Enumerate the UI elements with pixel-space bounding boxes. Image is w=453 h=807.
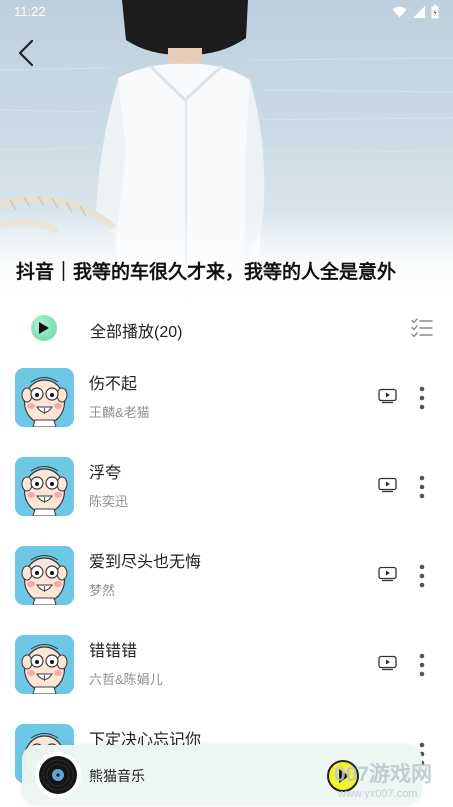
play-all-row[interactable]: 全部播放(20) — [0, 306, 453, 350]
chevron-left-icon — [18, 39, 34, 67]
vinyl-disc-icon — [35, 752, 81, 798]
more-vertical-icon[interactable] — [416, 563, 428, 589]
battery-icon — [431, 5, 439, 19]
wifi-icon — [392, 6, 407, 18]
play-all-label: 全部播放(20) — [90, 324, 183, 341]
cartoon-cover-image — [15, 546, 74, 605]
player-song-title: 熊猫音乐 — [89, 768, 145, 784]
song-title: 浮夸 — [89, 465, 122, 482]
song-cover — [15, 635, 74, 694]
mv-video-icon[interactable] — [378, 566, 397, 582]
cartoon-cover-image — [15, 457, 74, 516]
song-artist: 陈奕迅 — [89, 494, 129, 509]
song-row[interactable]: 浮夸 陈奕迅 — [0, 457, 453, 546]
song-artist: 王麟&老猫 — [89, 405, 150, 420]
more-vertical-icon[interactable] — [416, 474, 428, 500]
play-icon — [39, 322, 49, 334]
back-button[interactable] — [10, 36, 44, 70]
status-time: 11:22 — [14, 4, 46, 19]
playlist-header-image: 11:22 抖音｜我等的车很久才来，我等的人全是意外 — [0, 0, 453, 300]
more-vertical-icon[interactable] — [416, 385, 428, 411]
status-bar: 11:22 — [0, 0, 453, 26]
song-artist: 六哲&陈娟儿 — [89, 672, 163, 687]
song-row[interactable]: 伤不起 王麟&老猫 — [0, 368, 453, 457]
cartoon-cover-image — [15, 368, 74, 427]
playlist-title: 抖音｜我等的车很久才来，我等的人全是意外 — [16, 262, 397, 283]
song-title: 错错错 — [89, 643, 138, 660]
song-cover — [15, 457, 74, 516]
header-photo — [0, 0, 453, 300]
song-title: 伤不起 — [89, 376, 138, 393]
song-row[interactable]: 错错错 六哲&陈娟儿 — [0, 635, 453, 724]
watermark-text: 007游戏网 — [334, 763, 433, 786]
song-cover — [15, 546, 74, 605]
cartoon-cover-image — [15, 635, 74, 694]
song-cover — [15, 368, 74, 427]
mv-video-icon[interactable] — [378, 388, 397, 404]
song-artist: 梦然 — [89, 583, 116, 598]
mv-video-icon[interactable] — [378, 477, 397, 493]
song-row[interactable]: 爱到尽头也无悔 梦然 — [0, 546, 453, 635]
play-all-button[interactable] — [31, 315, 57, 341]
status-icons — [392, 5, 439, 19]
signal-icon — [413, 6, 425, 18]
song-title: 爱到尽头也无悔 — [89, 554, 202, 571]
more-vertical-icon[interactable] — [416, 652, 428, 678]
mv-video-icon[interactable] — [378, 655, 397, 671]
multi-select-icon[interactable] — [411, 318, 433, 338]
watermark-url: www.yx007.com — [338, 788, 418, 800]
